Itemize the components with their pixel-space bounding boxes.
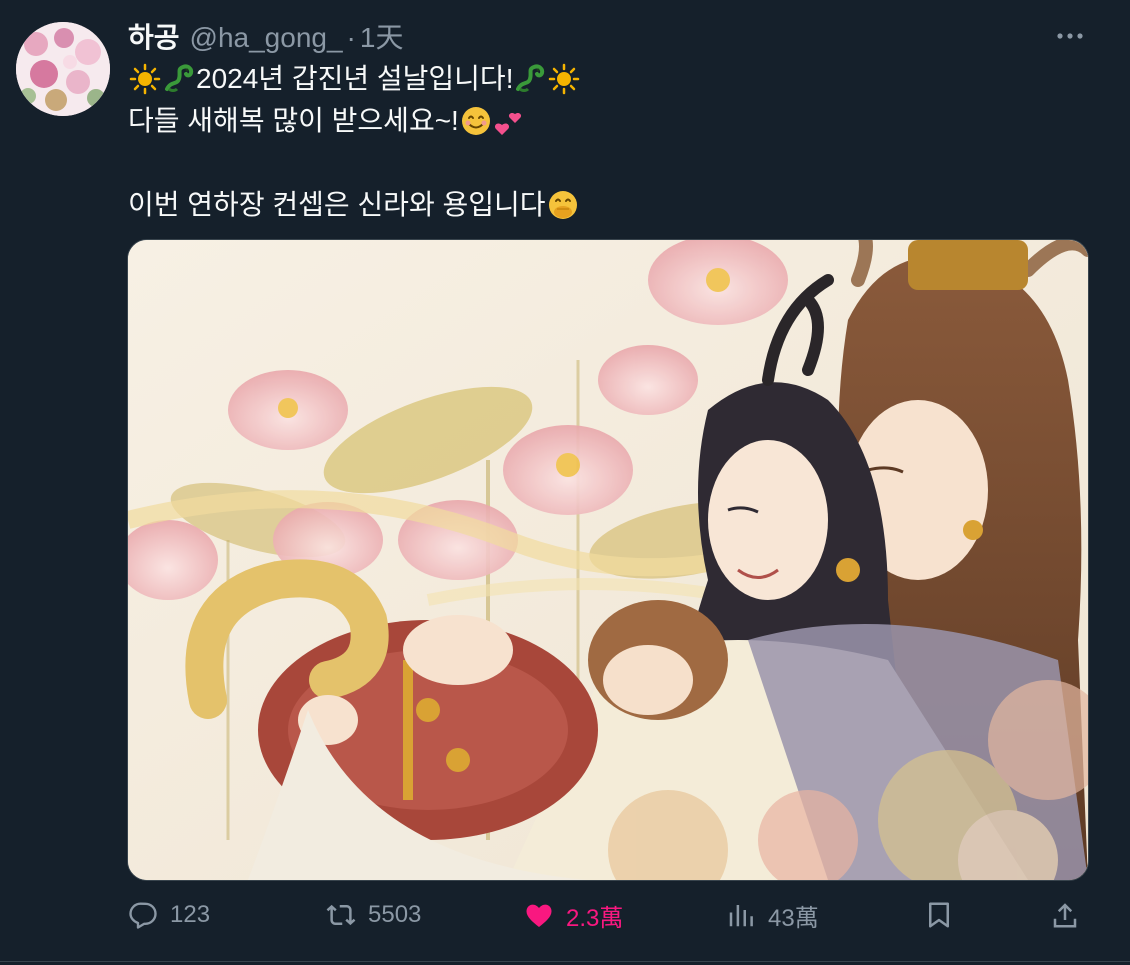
views-button[interactable]: 43萬: [726, 893, 819, 937]
two-hearts-emoji: [494, 105, 526, 137]
timestamp[interactable]: 1天: [360, 18, 404, 58]
like-count: 2.3萬: [566, 904, 624, 932]
retweet-button[interactable]: 5503: [326, 893, 421, 937]
more-dots-icon: [1057, 33, 1083, 39]
display-name[interactable]: 하공: [128, 18, 180, 58]
dragon-emoji: [163, 63, 195, 95]
reply-count: 123: [170, 901, 211, 928]
dragon-emoji: [514, 63, 546, 95]
share-button[interactable]: [1050, 893, 1092, 937]
tweet-line-2: 다들 새해복 많이 받으세요~!: [128, 100, 1078, 142]
retweet-icon: [326, 904, 356, 926]
tweet-media[interactable]: [127, 239, 1089, 881]
tweet-line-3: 이번 연하장 컨셉은 신라와 용입니다: [128, 184, 1078, 226]
bookmark-button[interactable]: [924, 893, 966, 937]
views-count: 43萬: [768, 904, 819, 932]
share-icon: [1053, 903, 1077, 928]
like-button[interactable]: 2.3萬: [524, 893, 623, 937]
separator-dot: ·: [346, 22, 356, 53]
illustration-image: [128, 240, 1088, 880]
views-icon: [729, 905, 753, 927]
sun-emoji: [129, 63, 161, 95]
tweet-header: 하공 @ha_gong_ · 1天: [128, 18, 403, 58]
bookmark-icon: [929, 902, 949, 928]
avatar[interactable]: [16, 22, 110, 116]
heart-icon: [526, 904, 552, 927]
tweet-line-1: 2024년 갑진년 설날입니다!: [128, 58, 1078, 100]
tweet-line-1-text: 2024년 갑진년 설날입니다!: [196, 63, 514, 94]
reply-button[interactable]: 123: [128, 893, 210, 937]
more-options-button[interactable]: [1050, 20, 1090, 52]
tweet-line-2-text: 다들 새해복 많이 받으세요~!: [128, 105, 459, 136]
tweet-line-3-text: 이번 연하장 컨셉은 신라와 용입니다: [128, 189, 546, 220]
avatar-image: [16, 22, 110, 116]
tweet-text: 2024년 갑진년 설날입니다! 다들 새해복 많이 받으세요~! 이번 연하장…: [128, 58, 1078, 226]
reply-icon: [129, 902, 157, 929]
user-handle[interactable]: @ha_gong_: [190, 18, 343, 58]
smiling-face-emoji: [460, 105, 492, 137]
retweet-count: 5503: [368, 901, 422, 928]
divider: [0, 961, 1130, 962]
face-with-hand-over-mouth-emoji: [547, 189, 579, 221]
action-bar: 123 5503 2.3萬 43萬: [128, 893, 1088, 937]
sun-emoji: [548, 63, 580, 95]
